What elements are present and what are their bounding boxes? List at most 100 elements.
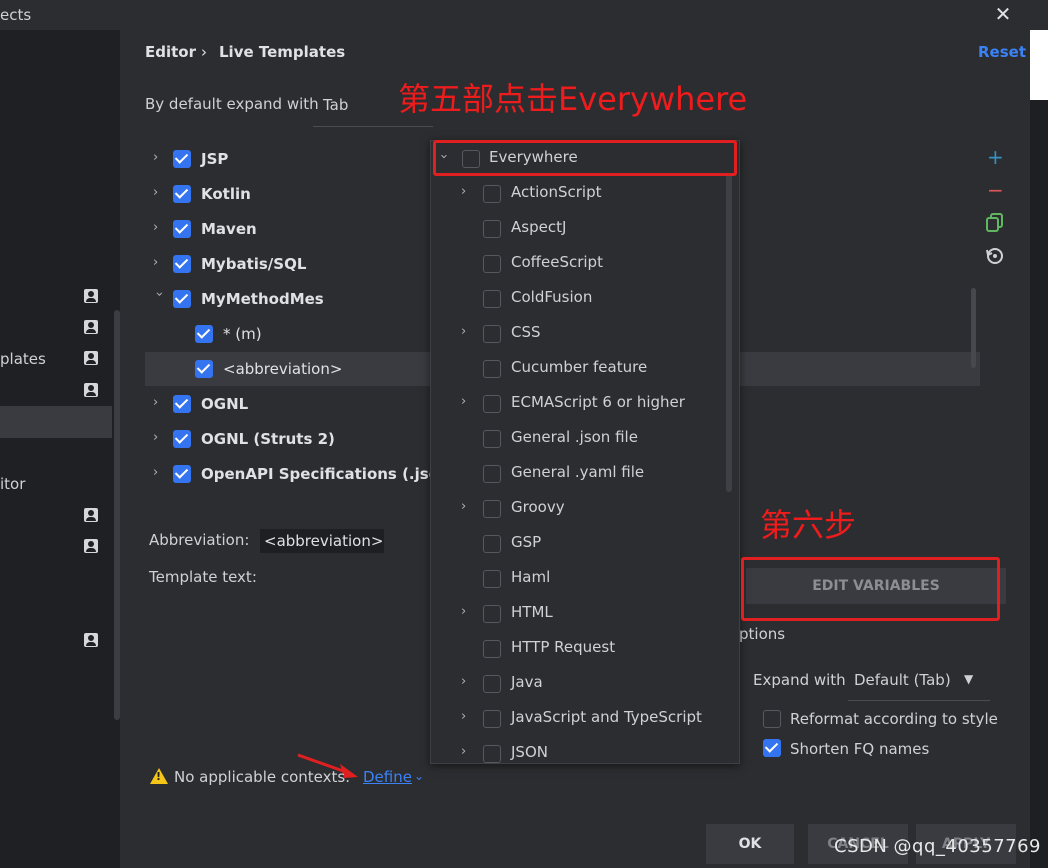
define-link[interactable]: Define (363, 768, 412, 786)
chevron-right-icon[interactable]: › (461, 499, 466, 514)
context-checkbox[interactable] (483, 255, 501, 273)
chevron-right-icon[interactable]: › (153, 220, 165, 235)
list-item[interactable]: General .json file (431, 421, 727, 456)
add-icon[interactable]: + (987, 145, 1004, 169)
list-item[interactable]: › Groovy (431, 491, 727, 526)
tree-item-label: <abbreviation> (223, 360, 343, 378)
context-checkbox[interactable] (483, 220, 501, 238)
ok-button[interactable]: OK (706, 824, 794, 864)
close-icon[interactable]: ✕ (992, 2, 1014, 26)
context-checkbox[interactable] (483, 675, 501, 693)
chevron-right-icon[interactable]: › (153, 395, 165, 410)
list-item[interactable]: CoffeeScript (431, 246, 727, 281)
popup-scrollbar[interactable] (726, 174, 732, 492)
expand-with-value: Default (Tab) (854, 671, 951, 689)
background-window-edge (1030, 30, 1048, 868)
context-checkbox[interactable] (483, 325, 501, 343)
context-label: HTTP Request (511, 638, 616, 656)
context-checkbox[interactable] (483, 570, 501, 588)
abbreviation-input[interactable]: <abbreviation> (260, 529, 384, 553)
template-group-checkbox[interactable] (173, 185, 191, 203)
context-checkbox[interactable] (483, 745, 501, 763)
context-checkbox[interactable] (483, 185, 501, 203)
annotation-box-everywhere (433, 140, 737, 176)
project-scope-icon (84, 508, 98, 522)
breadcrumb-separator: › (201, 43, 207, 61)
context-checkbox[interactable] (483, 430, 501, 448)
shorten-fq-checkbox[interactable] (763, 739, 781, 757)
template-group-checkbox[interactable] (173, 220, 191, 238)
context-checkbox[interactable] (483, 535, 501, 553)
list-item[interactable]: › JSON (431, 736, 727, 763)
template-group-checkbox[interactable] (173, 150, 191, 168)
expand-with-label: Expand with (753, 671, 846, 689)
template-group-checkbox[interactable] (173, 395, 191, 413)
list-item[interactable]: › CSS (431, 316, 727, 351)
list-item[interactable]: › Java (431, 666, 727, 701)
chevron-right-icon[interactable]: › (461, 674, 466, 689)
abbreviation-label: Abbreviation: (149, 531, 250, 549)
context-checkbox[interactable] (483, 290, 501, 308)
background-window-edge (1030, 30, 1048, 100)
context-label: HTML (511, 603, 553, 621)
list-item[interactable]: › JavaScript and TypeScript (431, 701, 727, 736)
copy-icon[interactable] (986, 213, 1004, 233)
template-checkbox[interactable] (195, 360, 213, 378)
chevron-right-icon[interactable]: › (153, 465, 165, 480)
list-item[interactable]: Haml (431, 561, 727, 596)
template-group-checkbox[interactable] (173, 255, 191, 273)
context-checkbox[interactable] (483, 465, 501, 483)
template-text-label: Template text: (149, 568, 257, 586)
context-label: Cucumber feature (511, 358, 648, 376)
chevron-right-icon[interactable]: › (153, 255, 165, 270)
reformat-checkbox[interactable] (763, 710, 781, 728)
chevron-right-icon[interactable]: › (461, 604, 466, 619)
list-item[interactable]: General .yaml file (431, 456, 727, 491)
context-checkbox[interactable] (483, 500, 501, 518)
project-scope-icon (84, 539, 98, 553)
tree-scrollbar[interactable] (971, 288, 976, 368)
chevron-right-icon[interactable]: › (461, 324, 466, 339)
template-group-checkbox[interactable] (173, 430, 191, 448)
chevron-right-icon[interactable]: › (153, 150, 165, 165)
list-item[interactable]: AspectJ (431, 211, 727, 246)
chevron-down-icon[interactable]: › (152, 292, 167, 304)
tree-item-label: * (m) (223, 325, 262, 343)
expand-with-select[interactable]: Default (Tab) ▼ (848, 662, 990, 701)
chevron-right-icon[interactable]: › (153, 185, 165, 200)
context-label: JSON (511, 743, 548, 761)
chevron-down-icon: ▼ (964, 672, 974, 686)
context-checkbox[interactable] (483, 710, 501, 728)
context-checkbox[interactable] (483, 640, 501, 658)
chevron-right-icon[interactable]: › (461, 394, 466, 409)
reformat-label: Reformat according to style (790, 710, 998, 728)
template-group-checkbox[interactable] (173, 465, 191, 483)
chevron-right-icon[interactable]: › (461, 744, 466, 759)
remove-icon[interactable]: − (987, 178, 1004, 202)
template-group-checkbox[interactable] (173, 290, 191, 308)
chevron-right-icon[interactable]: › (461, 709, 466, 724)
sidebar-scrollbar[interactable] (114, 310, 120, 720)
project-scope-icon (84, 351, 98, 365)
list-item[interactable]: › ActionScript (431, 176, 727, 211)
chevron-down-icon[interactable]: ⌄ (414, 769, 424, 783)
chevron-right-icon[interactable]: › (461, 184, 466, 199)
context-checkbox[interactable] (483, 395, 501, 413)
list-item[interactable]: HTTP Request (431, 631, 727, 666)
sidebar-selected-item[interactable] (0, 406, 112, 438)
context-label: CoffeeScript (511, 253, 603, 271)
list-item[interactable]: › ECMAScript 6 or higher (431, 386, 727, 421)
chevron-right-icon[interactable]: › (153, 430, 165, 445)
list-item[interactable]: ColdFusion (431, 281, 727, 316)
template-checkbox[interactable] (195, 325, 213, 343)
sidebar-item-live-templates[interactable]: plates (0, 350, 46, 368)
list-item[interactable]: GSP (431, 526, 727, 561)
context-label: ActionScript (511, 183, 602, 201)
reset-link[interactable]: Reset (978, 43, 1026, 61)
sidebar-item-editor[interactable]: itor (0, 475, 25, 493)
list-item[interactable]: Cucumber feature (431, 351, 727, 386)
context-checkbox[interactable] (483, 360, 501, 378)
list-item[interactable]: › HTML (431, 596, 727, 631)
context-checkbox[interactable] (483, 605, 501, 623)
restore-icon[interactable] (985, 246, 1005, 266)
